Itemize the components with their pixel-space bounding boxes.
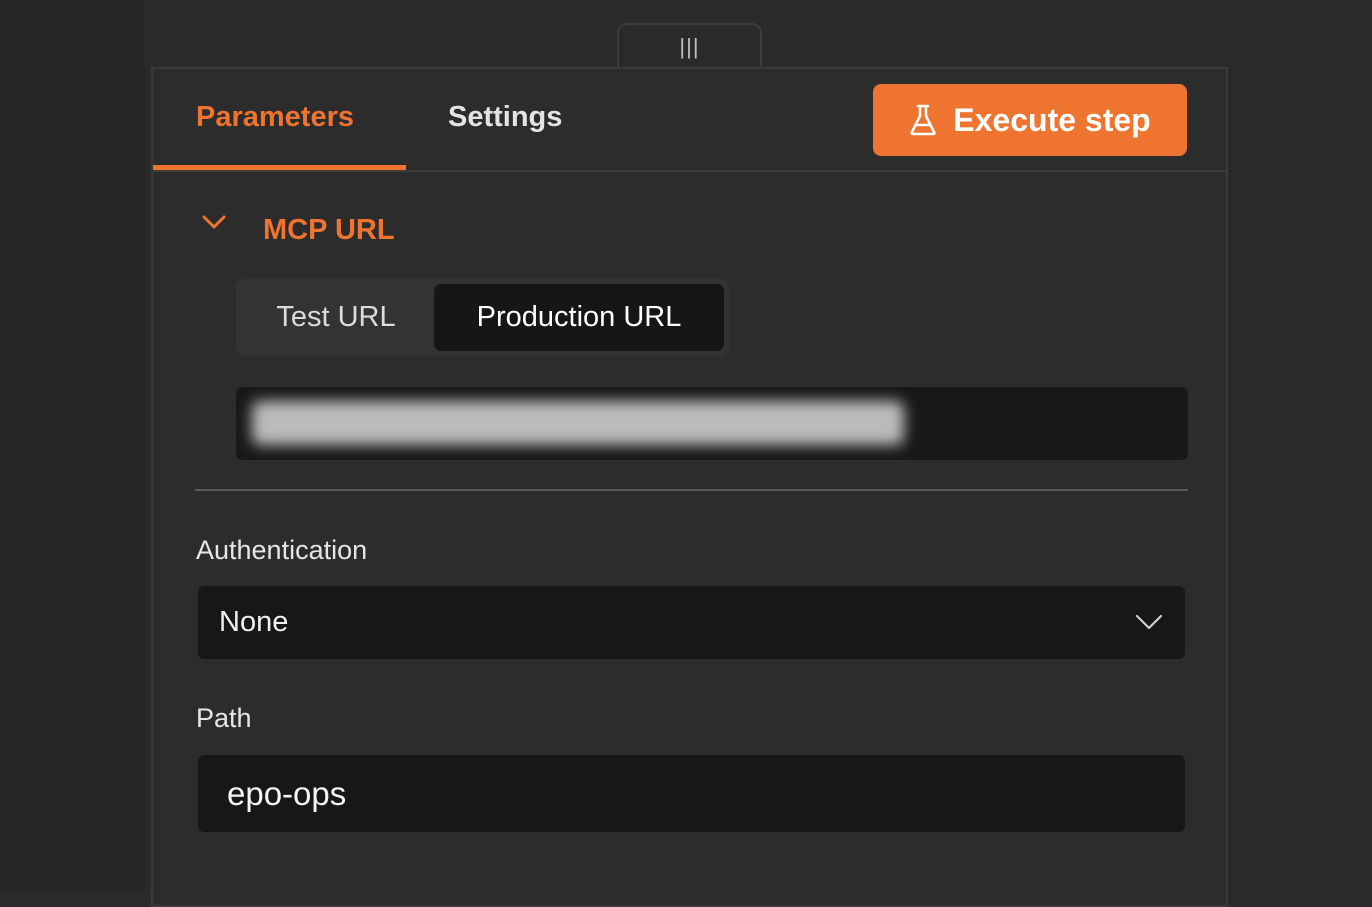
redacted-url-value <box>252 401 904 445</box>
chevron-down-icon <box>1135 614 1163 630</box>
tab-settings[interactable]: Settings <box>448 101 562 134</box>
collapse-chevron-icon[interactable] <box>201 213 227 233</box>
drag-handle-icon: ||| <box>679 33 700 59</box>
node-parameters-panel: Parameters Settings Execute step MCP URL… <box>151 67 1228 907</box>
path-input[interactable] <box>198 755 1185 832</box>
panel-tab-bar: Parameters Settings Execute step <box>153 69 1226 172</box>
production-url-option[interactable]: Production URL <box>434 284 724 351</box>
test-url-option[interactable]: Test URL <box>241 284 431 351</box>
active-tab-indicator <box>153 165 406 170</box>
left-sidebar-strip <box>0 0 145 892</box>
panel-drag-handle[interactable]: ||| <box>617 23 762 68</box>
authentication-selected-value: None <box>219 606 289 638</box>
authentication-label: Authentication <box>196 535 368 565</box>
execute-step-label: Execute step <box>953 101 1151 138</box>
execute-step-button[interactable]: Execute step <box>873 84 1187 156</box>
url-type-toggle: Test URL Production URL <box>236 279 729 356</box>
tab-parameters[interactable]: Parameters <box>196 101 354 134</box>
mcp-url-section-title[interactable]: MCP URL <box>263 214 395 247</box>
mcp-url-field[interactable] <box>236 387 1188 460</box>
flask-icon <box>910 104 936 136</box>
section-divider <box>195 489 1188 491</box>
authentication-select[interactable]: None <box>198 586 1185 659</box>
path-label: Path <box>196 703 252 733</box>
